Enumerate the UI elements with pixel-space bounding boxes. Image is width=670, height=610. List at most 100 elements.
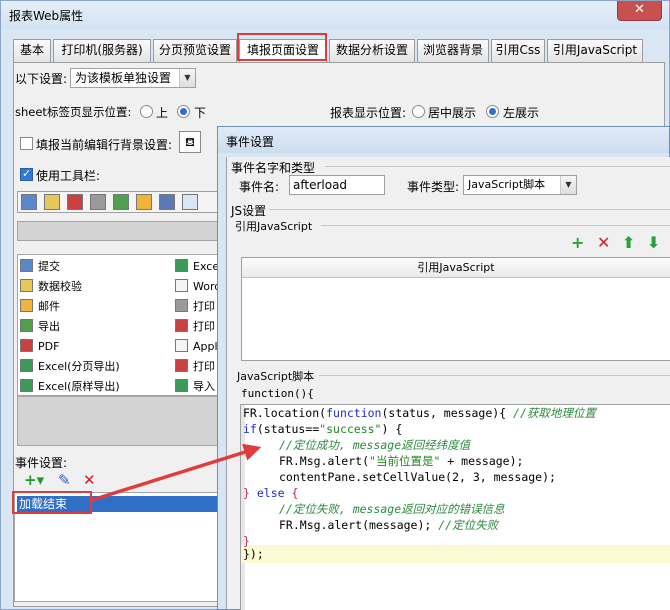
list-item[interactable]: Word (175, 277, 221, 297)
move-down-icon[interactable]: ⬇ (647, 235, 660, 251)
close-button[interactable]: ✕ (617, 1, 662, 21)
list-item-label: 导出 (38, 320, 60, 333)
use-toolbar-label: 使用工具栏: (36, 169, 101, 183)
code-line-5: contentPane.setCellValue(2, 3, message); (279, 470, 556, 484)
dialog-title: 事件设置 (226, 135, 275, 149)
code-token: FR.Msg.alert(message); (279, 518, 439, 532)
excel-icon (175, 259, 188, 272)
sheet-tab-top-radio[interactable] (140, 105, 153, 118)
window-titlebar[interactable]: 报表Web属性 ✕ (1, 1, 669, 29)
tab-paging-preview[interactable]: 分页预览设置 (153, 39, 237, 62)
applet-icon (175, 339, 188, 352)
use-toolbar-checkbox[interactable] (20, 167, 33, 181)
code-comment: //定位成功, message返回经纬度值 (279, 438, 471, 452)
delete-event-icon[interactable]: ✕ (83, 471, 96, 489)
code-line-8: FR.Msg.alert(message); //定位失败 (279, 517, 498, 533)
edit-event-icon[interactable]: ✎ (58, 471, 71, 489)
code-comment: //定位失败 (438, 518, 499, 532)
list-item[interactable]: Excel(原样导出) (20, 377, 120, 397)
list-item[interactable]: 提交 (20, 257, 60, 277)
tab-browser-background[interactable]: 浏览器背景 (417, 39, 489, 62)
list-item[interactable]: 导入 (175, 377, 215, 397)
list-item-label: 数据校验 (38, 280, 82, 293)
list-item[interactable]: 数据校验 (20, 277, 82, 297)
list-item-label: 导入 (193, 380, 215, 393)
list-item-label: 打印 (193, 300, 215, 313)
tab-data-analysis[interactable]: 数据分析设置 (329, 39, 415, 62)
paint-bucket-icon[interactable]: ⛾ (179, 131, 201, 153)
pdf-icon (20, 339, 33, 352)
list-item[interactable]: 打印 (175, 357, 215, 377)
list-item-label: 邮件 (38, 300, 60, 313)
sheet-tab-top-label: 上 (156, 106, 169, 120)
window-title: 报表Web属性 (9, 9, 84, 23)
list-item[interactable]: 导出 (20, 317, 60, 337)
code-token: FR.location( (243, 406, 327, 420)
chevron-down-icon[interactable]: ▼ (179, 69, 195, 87)
edit-icon[interactable] (44, 194, 60, 210)
pdf-icon[interactable] (67, 194, 83, 210)
event-name-label: 事件名: (239, 180, 280, 194)
delete-reference-icon[interactable]: ✕ (597, 235, 610, 251)
group-divider (321, 225, 670, 226)
report-position-center-radio[interactable] (412, 105, 425, 118)
tab-ref-javascript[interactable]: 引用JavaScript (547, 39, 643, 62)
list-item[interactable]: 打印 (175, 297, 215, 317)
code-line-7: //定位失败, message返回对应的错误信息 (279, 501, 505, 517)
export-icon[interactable] (113, 194, 129, 210)
tab-printer-server[interactable]: 打印机(服务器) (53, 39, 151, 62)
list-item[interactable]: Appl (175, 337, 218, 357)
list-item[interactable]: 邮件 (20, 297, 60, 317)
add-reference-icon[interactable]: + (571, 235, 584, 251)
list-item[interactable]: Exce (175, 257, 219, 277)
tree-icon[interactable] (159, 194, 175, 210)
ref-js-table: 引用JavaScript (241, 257, 670, 361)
tab-basic[interactable]: 基本 (13, 39, 51, 62)
list-item[interactable]: 打印 (175, 317, 215, 337)
js-settings-label: JS设置 (231, 204, 267, 218)
row-background-checkbox[interactable] (20, 137, 33, 150)
group-divider (269, 209, 670, 210)
script-group-label: JavaScript脚本 (237, 370, 315, 383)
save-icon[interactable] (21, 194, 37, 210)
following-settings-value: 为该模板单独设置 (75, 71, 172, 85)
toolbar-preview (17, 191, 222, 213)
code-comment: //获取地理位置 (513, 406, 596, 420)
report-position-center-label: 居中展示 (428, 106, 477, 120)
group-divider (325, 166, 670, 167)
sheet-tab-bottom-radio[interactable] (177, 105, 190, 118)
print-icon[interactable] (90, 194, 106, 210)
dialog-titlebar[interactable]: 事件设置 (218, 127, 669, 153)
excel-icon (20, 359, 33, 372)
following-settings-select[interactable]: 为该模板单独设置 ▼ (70, 68, 196, 88)
report-position-left-radio[interactable] (486, 105, 499, 118)
report-position-left-label: 左展示 (503, 106, 540, 120)
add-event-icon[interactable]: +▾ (24, 471, 44, 489)
move-up-icon[interactable]: ⬆ (622, 235, 635, 251)
list-item[interactable]: PDF (20, 337, 59, 357)
event-type-select[interactable]: JavaScript脚本 ▼ (463, 175, 577, 195)
list-item-label: Appl (193, 340, 218, 353)
chevron-down-icon[interactable]: ▼ (560, 176, 576, 194)
code-keyword: else (256, 486, 285, 500)
code-token: (status, message){ (381, 406, 514, 420)
window-icon[interactable] (182, 194, 198, 210)
code-line-6: } else { (243, 485, 298, 501)
word-icon (175, 279, 188, 292)
email-icon[interactable] (136, 194, 152, 210)
ref-js-column-header[interactable]: 引用JavaScript (242, 258, 670, 278)
code-keyword: if (243, 422, 257, 436)
event-name-input[interactable]: afterload (289, 175, 385, 195)
javascript-code-editor[interactable]: FR.location(function(status, message){ /… (240, 404, 670, 610)
list-item[interactable]: Excel(分页导出) (20, 357, 120, 377)
code-token: + message); (440, 454, 524, 468)
code-line-1: FR.location(function(status, message){ /… (243, 405, 596, 421)
tab-ref-css[interactable]: 引用Css (491, 39, 545, 62)
list-item-label: Excel(分页导出) (38, 360, 120, 373)
event-highlight-box (12, 491, 92, 514)
code-token: (status== (256, 422, 320, 436)
email-icon (20, 299, 33, 312)
tab-strip: 基本 打印机(服务器) 分页预览设置 填报页面设置 数据分析设置 浏览器背景 引… (13, 39, 663, 63)
dialog-body: 事件名字和类型 事件名: afterload 事件类型: JavaScript脚… (226, 157, 670, 610)
following-settings-label: 以下设置: (15, 72, 68, 86)
